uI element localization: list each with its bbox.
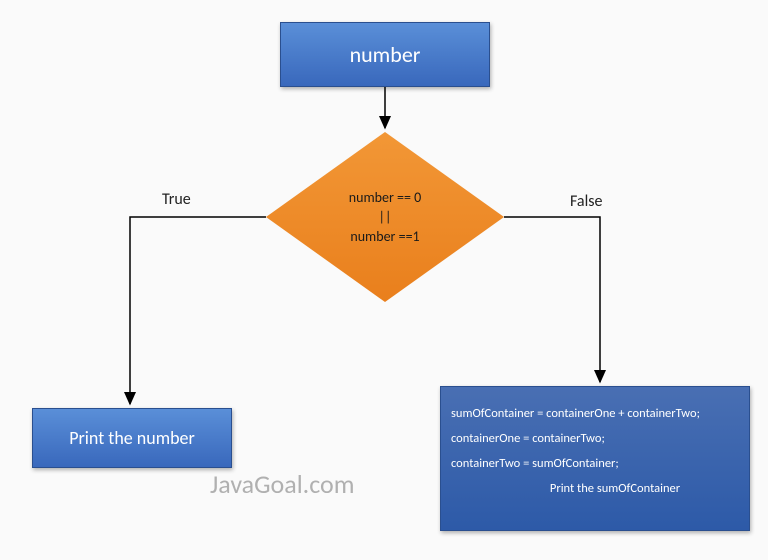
condition-op: || (379, 207, 392, 227)
condition-line1: number == 0 (349, 188, 421, 208)
watermark: JavaGoal.com (210, 468, 355, 500)
code-line-4: Print the sumOfContainer (510, 476, 680, 501)
true-label: True (162, 190, 191, 209)
code-line-2: containerOne = containerTwo; (451, 426, 605, 451)
decision-diamond: number == 0 || number ==1 (266, 132, 504, 302)
true-branch-box: Print the number (32, 408, 232, 468)
false-label: False (570, 192, 602, 211)
input-label: number (350, 41, 421, 68)
code-line-1: sumOfContainer = containerOne + containe… (451, 401, 700, 426)
false-branch-box: sumOfContainer = containerOne + containe… (440, 386, 750, 531)
code-line-3: containerTwo = sumOfContainer; (451, 451, 619, 476)
input-box: number (280, 22, 490, 87)
true-branch-text: Print the number (69, 427, 195, 449)
decision-text: number == 0 || number ==1 (266, 132, 504, 302)
condition-line2: number ==1 (350, 227, 419, 247)
